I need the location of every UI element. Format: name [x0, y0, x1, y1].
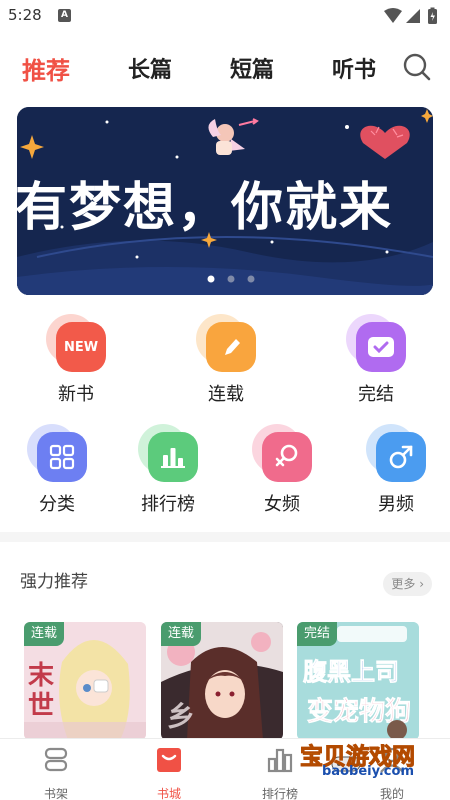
- book-status-badge: 完结: [297, 622, 338, 646]
- nav-label-bookstore: 书城: [156, 787, 181, 800]
- more-label: 更多: [391, 577, 416, 591]
- nav-item-bookshelf[interactable]: 书架: [26, 747, 86, 800]
- new-icon: NEW: [56, 322, 106, 372]
- book-cover-2[interactable]: 乡 连载: [161, 622, 283, 740]
- section-title: 强力推荐: [20, 572, 88, 592]
- check-icon: [356, 322, 406, 372]
- chevron-right-icon: ›: [415, 577, 424, 591]
- svg-text:腹黑上司: 腹黑上司: [303, 658, 399, 686]
- book-cover-3[interactable]: 腹黑上司 变宠物狗 完结: [297, 622, 419, 740]
- tab-recommend[interactable]: 推荐: [22, 51, 70, 86]
- grid-label-finished: 完结: [358, 384, 394, 405]
- banner-dots: [207, 275, 255, 283]
- book-cover-1[interactable]: 末 世 连载: [24, 622, 146, 740]
- nav-label-profile: 我的: [379, 787, 404, 800]
- svg-text:乡: 乡: [167, 700, 195, 733]
- nav-label-bookshelf: 书架: [43, 787, 68, 800]
- nav-label-ranking: 排行榜: [261, 787, 298, 800]
- chart-icon: [148, 432, 198, 482]
- pencil-icon: [206, 322, 256, 372]
- svg-text:世: 世: [28, 691, 54, 721]
- grid-label-new: 新书: [58, 384, 94, 405]
- svg-text:末: 末: [28, 661, 55, 691]
- female-icon: [262, 432, 312, 482]
- tab-short[interactable]: 短篇: [230, 52, 274, 84]
- grid-label-male: 男频: [378, 494, 414, 515]
- tab-long[interactable]: 长篇: [128, 52, 172, 84]
- search-icon[interactable]: [402, 52, 432, 82]
- male-icon: [376, 432, 426, 482]
- notification-icon: A: [58, 9, 71, 22]
- grid-item-male[interactable]: 男频: [356, 424, 436, 516]
- status-bar: 5:28 A: [0, 0, 450, 32]
- grid-item-new[interactable]: NEW 新书: [36, 314, 116, 406]
- top-tabs: 推荐 长篇 短篇 听书: [0, 32, 450, 102]
- grid-item-ranking[interactable]: 排行榜: [128, 424, 208, 516]
- grid-item-finished[interactable]: 完结: [336, 314, 416, 406]
- banner-headline: 有梦想，你就来: [15, 178, 394, 238]
- grid-item-female[interactable]: 女频: [242, 424, 322, 516]
- status-icons: [384, 7, 437, 24]
- grid-label-serial: 连载: [208, 384, 244, 405]
- bookshelf-icon: [44, 747, 68, 772]
- grid-label-ranking: 排行榜: [141, 494, 195, 515]
- book-status-badge: 连载: [161, 622, 202, 646]
- bookstore-icon: [157, 748, 181, 772]
- category-icon: [37, 432, 87, 482]
- watermark-url: baobeiy.com: [322, 764, 414, 779]
- grid-item-serial[interactable]: 连载: [186, 314, 266, 406]
- signal-icon: [406, 9, 420, 23]
- wifi-icon: [384, 8, 402, 23]
- grid-label-category: 分类: [39, 494, 75, 515]
- more-button[interactable]: 更多 ›: [383, 572, 432, 596]
- tab-audio[interactable]: 听书: [332, 52, 376, 84]
- book-status-badge: 连载: [24, 622, 65, 646]
- grid-item-category[interactable]: 分类: [17, 424, 97, 516]
- status-time: 5:28: [8, 6, 42, 24]
- grid-label-female: 女频: [264, 494, 300, 515]
- section-divider: [0, 532, 450, 542]
- nav-item-bookstore[interactable]: 书城: [139, 747, 199, 800]
